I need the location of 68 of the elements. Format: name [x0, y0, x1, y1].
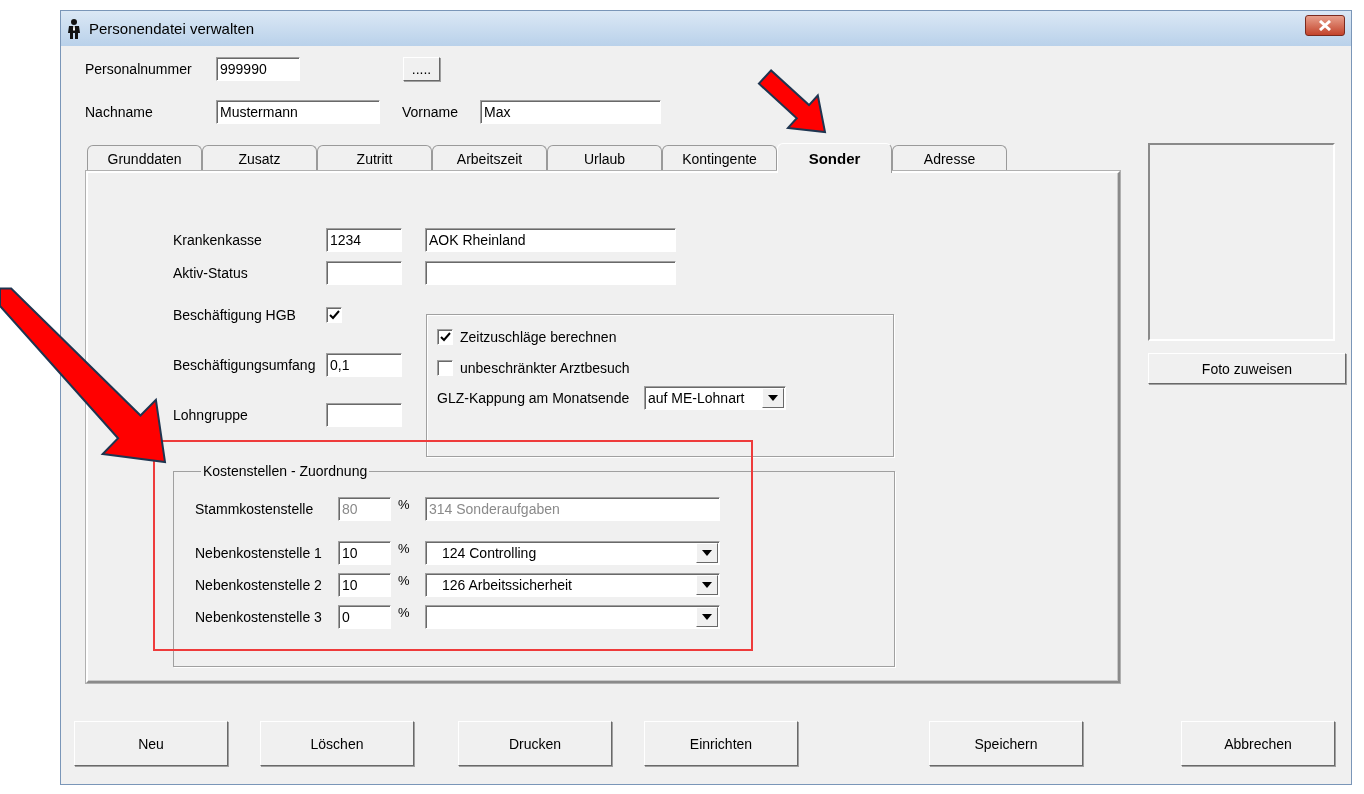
- tab[interactable]: Urlaub: [547, 145, 662, 171]
- field-label: Beschäftigungsumfang: [173, 357, 317, 373]
- text-field[interactable]: AOK Rheinland: [425, 228, 676, 252]
- field-label: Personalnummer: [85, 61, 193, 77]
- field-label: Beschäftigung HGB: [173, 307, 297, 323]
- field-label: Aktiv-Status: [173, 265, 249, 281]
- dropdown-button[interactable]: [696, 543, 718, 563]
- text-field[interactable]: [425, 261, 676, 285]
- tab[interactable]: Arbeitszeit: [432, 145, 547, 171]
- text-field[interactable]: 10: [338, 573, 391, 597]
- checkbox-label: unbeschränkter Arztbesuch: [460, 360, 630, 376]
- field-label: GLZ-Kappung am Monatsende: [437, 390, 631, 406]
- field-label: Nebenkostenstelle 3: [195, 609, 323, 625]
- text-field[interactable]: Mustermann: [216, 100, 380, 124]
- percent-sign: %: [397, 605, 411, 620]
- field-label: Nebenkostenstelle 1: [195, 545, 323, 561]
- assign-photo-button[interactable]: Foto zuweisen: [1148, 353, 1346, 384]
- checkbox[interactable]: [437, 329, 453, 345]
- tab[interactable]: Adresse: [892, 145, 1007, 171]
- checkbox[interactable]: [326, 307, 342, 323]
- caret-icon: [702, 550, 712, 556]
- field-label: Krankenkasse: [173, 232, 263, 248]
- text-field[interactable]: Max: [480, 100, 661, 124]
- field-label: Nachname: [85, 104, 154, 120]
- percent-sign: %: [397, 573, 411, 588]
- dropdown-field[interactable]: [425, 605, 720, 629]
- close-icon: [1318, 20, 1332, 31]
- group-title: Kostenstellen - Zuordnung: [202, 463, 369, 479]
- annotation-arrow: [757, 69, 827, 134]
- field-label: Vorname: [402, 104, 460, 120]
- lookup-button[interactable]: .....: [403, 57, 440, 81]
- dropdown-field[interactable]: 124 Controlling: [425, 541, 720, 565]
- percent-sign: %: [397, 497, 411, 512]
- text-field[interactable]: 0,1: [326, 353, 402, 377]
- tab[interactable]: Grunddaten: [87, 145, 202, 171]
- window-title: Personendatei verwalten: [89, 20, 256, 37]
- field-label: Nebenkostenstelle 2: [195, 577, 323, 593]
- checkbox-label: Zeitzuschläge berechnen: [460, 329, 617, 345]
- dropdown-button[interactable]: [696, 607, 718, 627]
- caret-icon: [702, 614, 712, 620]
- dropdown-field[interactable]: 126 Arbeitssicherheit: [425, 573, 720, 597]
- percent-sign: %: [397, 541, 411, 556]
- caret-icon: [768, 395, 778, 401]
- field-label: Lohngruppe: [173, 407, 249, 423]
- close-button[interactable]: [1305, 15, 1345, 36]
- dropdown-button[interactable]: [762, 388, 784, 408]
- text-field[interactable]: 999990: [216, 57, 300, 81]
- action-button[interactable]: Einrichten: [644, 721, 798, 766]
- text-field[interactable]: 0: [338, 605, 391, 629]
- tab[interactable]: Zusatz: [202, 145, 317, 171]
- person-icon: [67, 18, 81, 39]
- caret-icon: [702, 582, 712, 588]
- action-button[interactable]: Abbrechen: [1181, 721, 1335, 766]
- text-field[interactable]: 10: [338, 541, 391, 565]
- action-button[interactable]: Löschen: [260, 721, 414, 766]
- text-field[interactable]: [326, 261, 402, 285]
- text-field[interactable]: [326, 403, 402, 427]
- field-label: Stammkostenstelle: [195, 501, 315, 517]
- checkbox[interactable]: [437, 360, 453, 376]
- tab[interactable]: Sonder: [777, 143, 892, 173]
- dropdown-field[interactable]: auf ME-Lohnart: [644, 386, 786, 410]
- action-button[interactable]: Drucken: [458, 721, 612, 766]
- action-button[interactable]: Neu: [74, 721, 228, 766]
- dropdown-button[interactable]: [696, 575, 718, 595]
- tab[interactable]: Kontingente: [662, 145, 777, 171]
- tab[interactable]: Zutritt: [317, 145, 432, 171]
- text-field[interactable]: 1234: [326, 228, 402, 252]
- action-button[interactable]: Speichern: [929, 721, 1083, 766]
